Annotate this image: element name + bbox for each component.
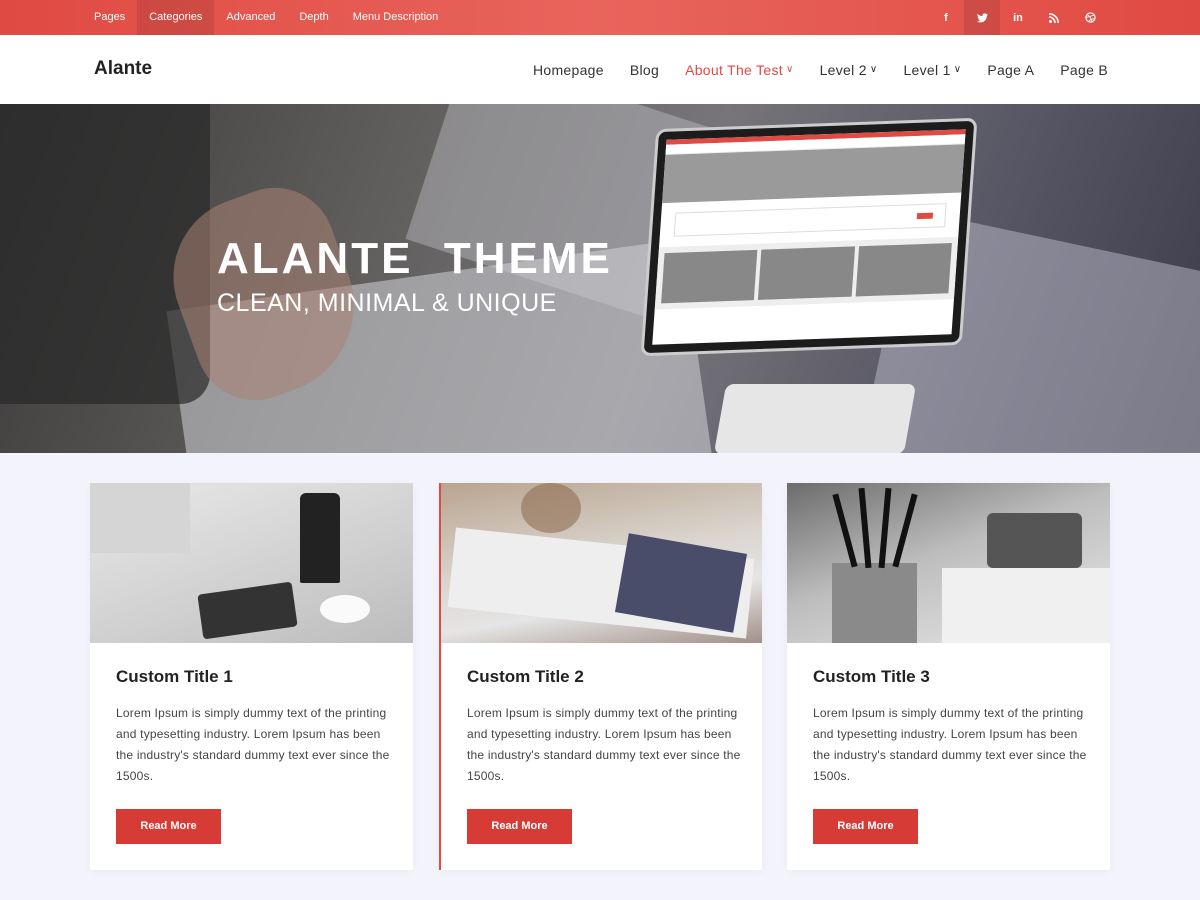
site-logo[interactable]: Alante	[94, 58, 152, 80]
facebook-icon[interactable]: f	[928, 0, 964, 35]
rss-icon[interactable]	[1036, 0, 1072, 35]
site-header: Alante Homepage Blog About The Test ∨ Lev…	[0, 35, 1200, 104]
nav-item-level-2[interactable]: Level 2 ∨	[820, 62, 878, 78]
feature-card: Custom Title 2 Lorem Ipsum is simply dum…	[439, 483, 762, 870]
nav-item-label: Level 2	[819, 61, 867, 78]
hero-title: ALANTE THEME	[217, 234, 613, 283]
top-bar: Pages Categories Advanced Depth Menu Des…	[0, 0, 1200, 35]
nav-item-blog[interactable]: Blog	[630, 62, 659, 78]
top-nav-advanced[interactable]: Advanced	[214, 0, 287, 35]
chevron-down-icon: ∨	[953, 64, 962, 75]
nav-item-label: Page B	[1060, 61, 1108, 78]
card-image-magazine	[441, 483, 762, 643]
read-more-button[interactable]: Read More	[813, 809, 918, 844]
top-nav-menu-description[interactable]: Menu Description	[341, 0, 451, 35]
social-links: f in	[928, 0, 1108, 35]
linkedin-icon[interactable]: in	[1000, 0, 1036, 35]
nav-item-about-the-test[interactable]: About The Test ∨	[685, 62, 793, 78]
top-nav-categories[interactable]: Categories	[137, 0, 215, 35]
feature-card: Custom Title 3 Lorem Ipsum is simply dum…	[787, 483, 1110, 870]
card-text: Lorem Ipsum is simply dummy text of the …	[813, 706, 1087, 783]
card-title: Custom Title 3	[813, 667, 930, 686]
nav-item-label: Level 1	[903, 61, 951, 78]
hero-subtitle: CLEAN, MINIMAL & UNIQUE	[217, 289, 557, 317]
nav-item-label: Homepage	[532, 61, 604, 78]
card-image-desk	[90, 483, 413, 643]
nav-item-level-1[interactable]: Level 1 ∨	[903, 62, 961, 78]
main-nav: Homepage Blog About The Test ∨ Level 2 ∨ L…	[507, 35, 1108, 104]
nav-item-homepage[interactable]: Homepage	[533, 62, 604, 78]
card-text: Lorem Ipsum is simply dummy text of the …	[116, 706, 390, 783]
hero-banner: ALANTE THEME CLEAN, MINIMAL & UNIQUE	[0, 104, 1200, 453]
nav-item-page-a[interactable]: Page A	[987, 62, 1034, 78]
monitor-screen	[652, 129, 966, 345]
nav-item-label: Blog	[629, 61, 660, 78]
card-title: Custom Title 2	[467, 667, 584, 686]
top-nav: Pages Categories Advanced Depth Menu Des…	[82, 0, 450, 35]
card-image-pencils	[787, 483, 1110, 643]
twitter-icon[interactable]	[964, 0, 1000, 35]
nav-item-label: About The Test	[685, 61, 783, 78]
read-more-button[interactable]: Read More	[116, 809, 221, 844]
feature-card: Custom Title 1 Lorem Ipsum is simply dum…	[90, 483, 413, 870]
top-nav-depth[interactable]: Depth	[287, 0, 340, 35]
dribbble-icon[interactable]	[1072, 0, 1108, 35]
read-more-button[interactable]: Read More	[467, 809, 572, 844]
chevron-down-icon: ∨	[785, 64, 794, 75]
card-text: Lorem Ipsum is simply dummy text of the …	[467, 706, 741, 783]
monitor-stand	[713, 384, 917, 453]
nav-item-page-b[interactable]: Page B	[1060, 62, 1108, 78]
hero-monitor-image	[640, 117, 978, 357]
nav-item-label: Page A	[987, 61, 1035, 78]
card-title: Custom Title 1	[116, 667, 233, 686]
chevron-down-icon: ∨	[869, 64, 878, 75]
top-nav-pages[interactable]: Pages	[82, 0, 137, 35]
